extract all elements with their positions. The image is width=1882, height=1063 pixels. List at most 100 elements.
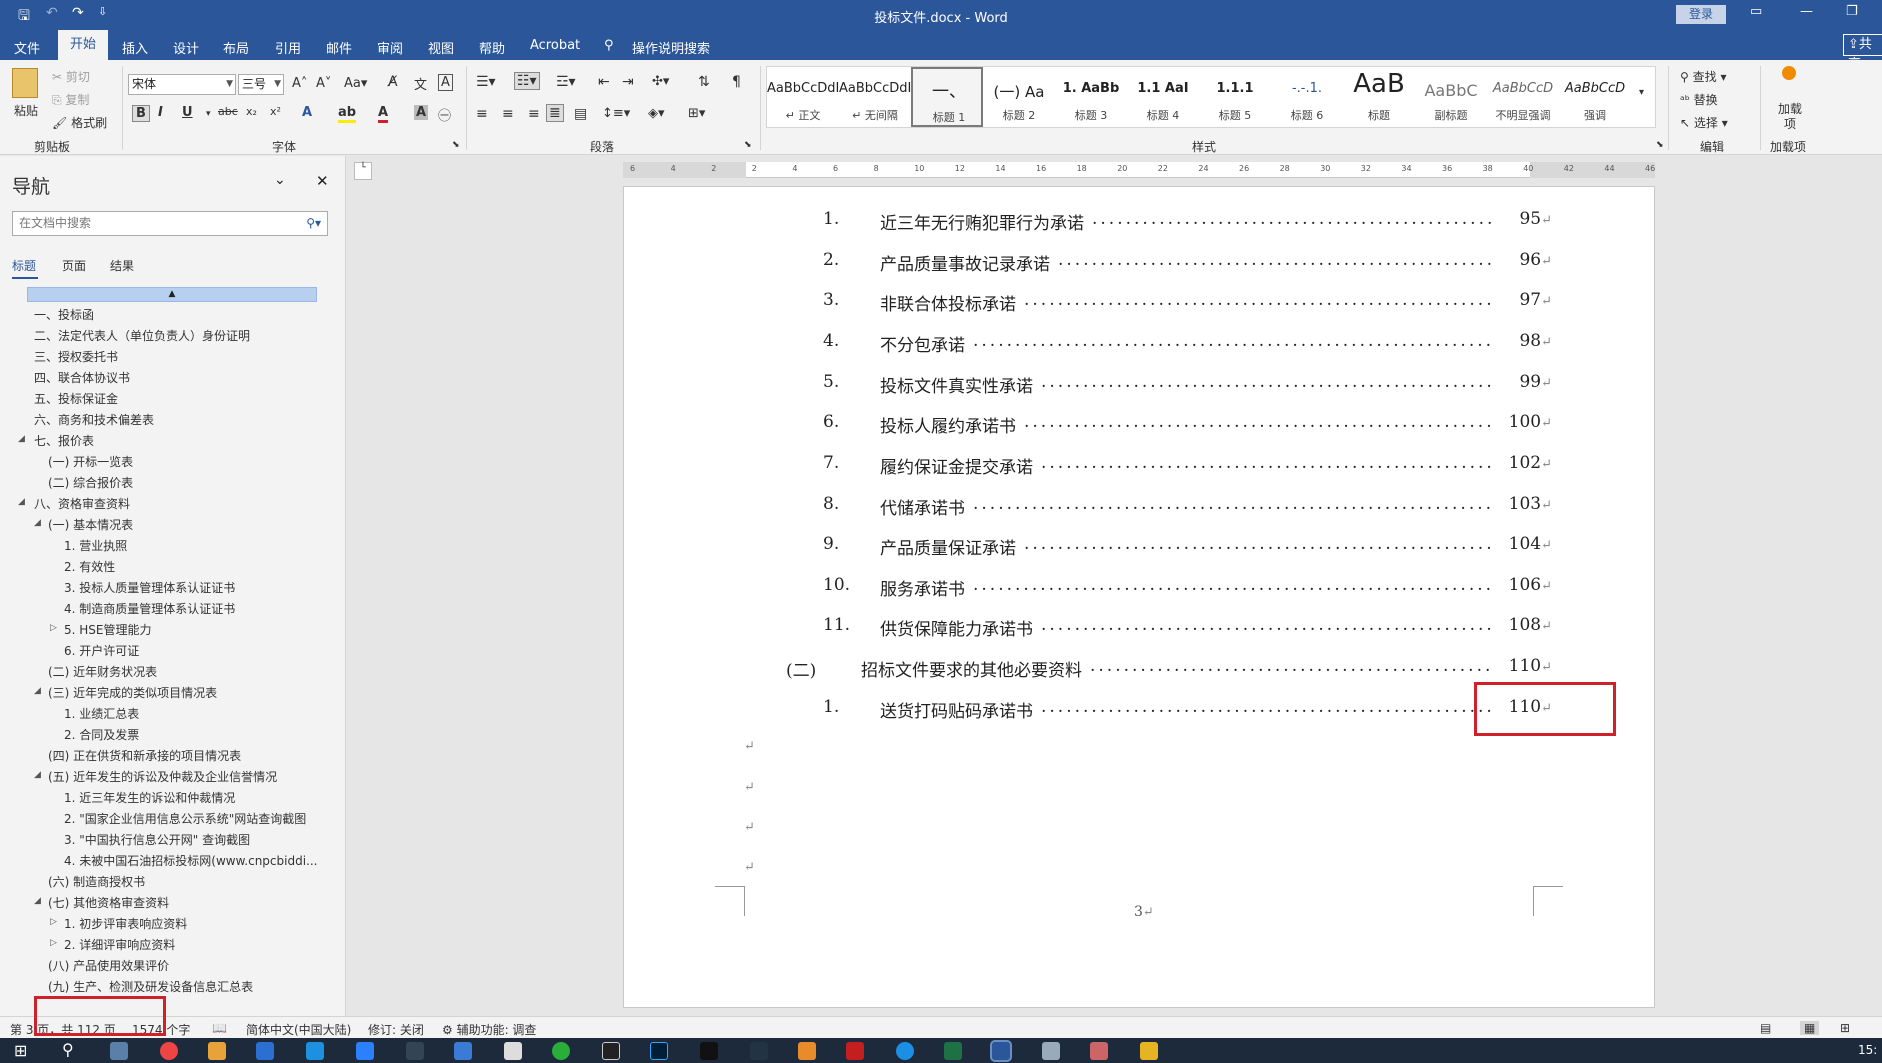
nav-item[interactable]: 1. 初步评审表响应资料 bbox=[64, 915, 187, 932]
tab-references[interactable]: 引用 bbox=[275, 38, 301, 57]
toc-line[interactable]: 10. bbox=[823, 575, 850, 595]
phonetic-guide-icon[interactable]: 文 bbox=[414, 74, 427, 93]
nav-item[interactable]: 五、投标保证金 bbox=[34, 390, 118, 407]
find-button[interactable]: ⚲ 查找 ▾ bbox=[1680, 68, 1726, 85]
grow-font-icon[interactable]: A˄ bbox=[292, 76, 307, 91]
toc-line[interactable]: 11. bbox=[823, 615, 850, 635]
toc-line[interactable]: 3. bbox=[823, 290, 839, 310]
style-heading-4[interactable]: 1.1 AaI 标题 4 bbox=[1127, 67, 1199, 127]
dialog-launcher-icon[interactable]: ⬊ bbox=[452, 140, 460, 150]
nav-item[interactable]: (九) 生产、检测及研发设备信息汇总表 bbox=[48, 978, 253, 995]
tab-home[interactable]: 开始 bbox=[58, 30, 109, 60]
tab-review[interactable]: 审阅 bbox=[377, 38, 403, 57]
tab-mailings[interactable]: 邮件 bbox=[326, 38, 352, 57]
nav-item[interactable]: (八) 产品使用效果评价 bbox=[48, 957, 169, 974]
tab-design[interactable]: 设计 bbox=[173, 38, 199, 57]
select-button[interactable]: ↖ 选择 ▾ bbox=[1680, 114, 1728, 131]
app-icon[interactable] bbox=[798, 1042, 816, 1060]
shading-icon[interactable]: ◈▾ bbox=[648, 106, 665, 121]
search-icon[interactable]: ⚲ bbox=[62, 1040, 74, 1059]
copy-button[interactable]: ⎘ 复制 bbox=[52, 91, 89, 108]
nav-item[interactable]: 2. 详细评审响应资料 bbox=[64, 936, 175, 953]
distributed-icon[interactable]: ▤ bbox=[574, 106, 587, 122]
dialog-launcher-icon[interactable]: ⬊ bbox=[744, 140, 752, 150]
word-icon[interactable] bbox=[990, 1040, 1012, 1062]
excel-icon[interactable] bbox=[944, 1042, 962, 1060]
dialog-launcher-icon[interactable]: ⬊ bbox=[1656, 140, 1664, 150]
tell-me-search[interactable]: 操作说明搜索 bbox=[632, 38, 710, 57]
qq-icon[interactable] bbox=[700, 1042, 718, 1060]
tab-layout[interactable]: 布局 bbox=[223, 38, 249, 57]
accessibility-status[interactable]: ⚙ 辅助功能: 调查 bbox=[442, 1021, 536, 1038]
styles-more-icon[interactable]: ▾ bbox=[1639, 87, 1644, 98]
nav-item[interactable]: (一) 基本情况表 bbox=[48, 516, 133, 533]
proofing-icon[interactable]: 📖 bbox=[212, 1021, 227, 1035]
nav-item[interactable]: (四) 正在供货和新承接的项目情况表 bbox=[48, 747, 241, 764]
chrome-icon[interactable] bbox=[160, 1042, 178, 1060]
edge-icon[interactable] bbox=[896, 1042, 914, 1060]
share-button[interactable]: ⇪共享 bbox=[1843, 34, 1882, 72]
align-left-icon[interactable]: ≡ bbox=[476, 106, 488, 122]
close-icon[interactable]: ✕ bbox=[316, 172, 329, 190]
nav-item[interactable]: (二) 近年财务状况表 bbox=[48, 663, 157, 680]
align-right-icon[interactable]: ≡ bbox=[528, 106, 540, 122]
toc-line[interactable]: 6. bbox=[823, 412, 839, 432]
shrink-font-icon[interactable]: A˅ bbox=[316, 76, 331, 91]
sort-icon[interactable]: ⇅ bbox=[698, 74, 710, 90]
addin-icon[interactable] bbox=[1782, 66, 1796, 80]
char-border-icon[interactable]: A bbox=[438, 74, 453, 91]
toc-line[interactable]: 1. bbox=[823, 209, 839, 229]
nav-item[interactable]: 1. 近三年发生的诉讼和仲裁情况 bbox=[64, 789, 235, 806]
style-emphasis[interactable]: AaBbCcD 强调 bbox=[1559, 67, 1631, 127]
underline-dropdown-icon[interactable]: ▾ bbox=[206, 109, 211, 119]
app-icon[interactable] bbox=[602, 1042, 620, 1060]
photoshop-icon[interactable] bbox=[650, 1042, 668, 1060]
cut-button[interactable]: ✂ 剪切 bbox=[52, 68, 90, 85]
bullets-icon[interactable]: ☰▾ bbox=[476, 74, 496, 90]
app-icon[interactable] bbox=[504, 1042, 522, 1060]
tab-help[interactable]: 帮助 bbox=[479, 38, 505, 57]
nav-item[interactable]: 3. "中国执行信息公开网" 查询截图 bbox=[64, 831, 250, 848]
highlight-icon[interactable]: ab bbox=[338, 105, 357, 123]
toc-line[interactable]: 1. bbox=[823, 697, 839, 717]
nav-item[interactable]: 三、授权委托书 bbox=[34, 348, 118, 365]
superscript-button[interactable]: x² bbox=[270, 105, 281, 118]
app-icon[interactable] bbox=[1090, 1042, 1108, 1060]
windows-start-icon[interactable]: ⊞ bbox=[14, 1041, 27, 1060]
bold-button[interactable]: B bbox=[132, 105, 150, 122]
nav-tab-pages[interactable]: 页面 bbox=[62, 257, 86, 274]
login-button[interactable]: 登录 bbox=[1676, 5, 1726, 24]
clipboard-icon[interactable] bbox=[12, 68, 38, 98]
track-changes-status[interactable]: 修订: 关闭 bbox=[368, 1021, 424, 1038]
expanded-triangle-icon[interactable]: ◢ bbox=[34, 896, 41, 906]
tab-acrobat[interactable]: Acrobat bbox=[530, 38, 580, 53]
expanded-triangle-icon[interactable]: ◢ bbox=[34, 770, 41, 780]
char-shading-icon[interactable]: A bbox=[414, 105, 429, 120]
nav-tab-headings[interactable]: 标题 bbox=[12, 257, 36, 274]
style-heading-3[interactable]: 1. AaBb 标题 3 bbox=[1055, 67, 1127, 127]
nav-item[interactable]: 八、资格审查资料 bbox=[34, 495, 130, 512]
search-icon[interactable]: ⚲▾ bbox=[306, 212, 321, 235]
style-heading-2[interactable]: (一) Aa 标题 2 bbox=[983, 67, 1055, 127]
app-icon[interactable] bbox=[356, 1042, 374, 1060]
tab-view[interactable]: 视图 bbox=[428, 38, 454, 57]
minimize-icon[interactable]: — bbox=[1800, 4, 1813, 19]
toc-line[interactable]: 2. bbox=[823, 250, 839, 270]
borders-icon[interactable]: ⊞▾ bbox=[688, 106, 705, 121]
nav-item[interactable]: 四、联合体协议书 bbox=[34, 369, 130, 386]
nav-item[interactable]: (三) 近年完成的类似项目情况表 bbox=[48, 684, 217, 701]
toc-line[interactable]: 5. bbox=[823, 372, 839, 392]
style-heading-5[interactable]: 1.1.1 标题 5 bbox=[1199, 67, 1271, 127]
style-normal[interactable]: AaBbCcDdI ↵ 正文 bbox=[767, 67, 839, 127]
ribbon-display-icon[interactable]: ▭ bbox=[1750, 4, 1762, 19]
increase-indent-icon[interactable]: ⇥ bbox=[622, 74, 634, 90]
toc-line[interactable]: (二) bbox=[786, 656, 816, 681]
nav-item[interactable]: 1. 业绩汇总表 bbox=[64, 705, 139, 722]
line-spacing-icon[interactable]: ↕≡▾ bbox=[602, 106, 630, 121]
clear-format-icon[interactable]: A̸ bbox=[388, 74, 398, 90]
app-icon[interactable] bbox=[750, 1042, 768, 1060]
expanded-triangle-icon[interactable]: ◢ bbox=[18, 497, 25, 507]
expanded-triangle-icon[interactable]: ◢ bbox=[34, 686, 41, 696]
app-icon[interactable] bbox=[1042, 1042, 1060, 1060]
wechat-icon[interactable] bbox=[552, 1042, 570, 1060]
